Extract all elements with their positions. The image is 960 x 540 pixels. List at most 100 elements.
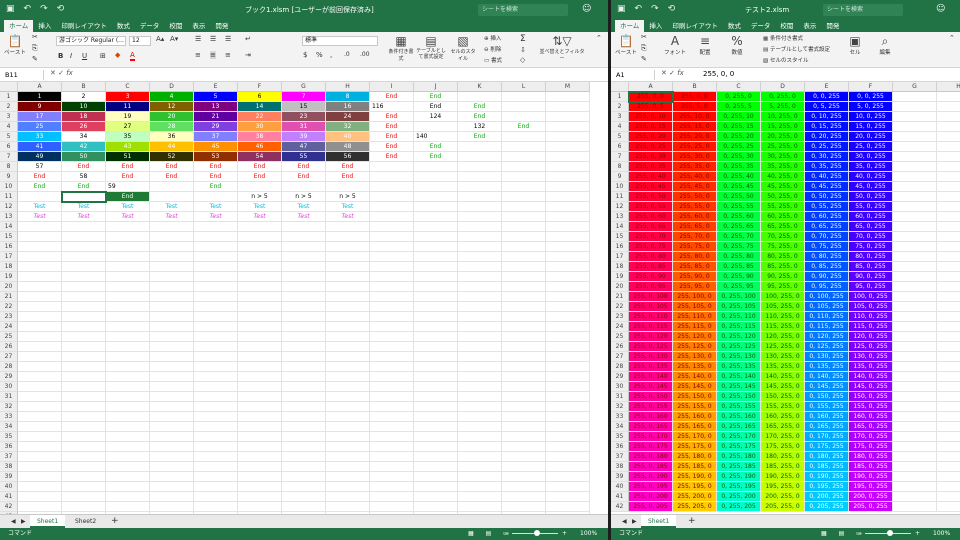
table-cell[interactable]: 150, 0, 255 — [849, 392, 893, 402]
table-cell[interactable]: 80, 0, 255 — [849, 252, 893, 262]
table-cell[interactable] — [893, 322, 937, 332]
table-cell[interactable] — [893, 342, 937, 352]
column-header[interactable]: I — [370, 82, 414, 92]
table-cell[interactable] — [62, 472, 106, 482]
percent-icon[interactable]: % — [316, 51, 323, 59]
delete-cells-button[interactable]: ⊖ 削除 — [484, 45, 501, 53]
table-cell[interactable] — [326, 262, 370, 272]
undo-icon[interactable]: ↶ — [24, 4, 32, 14]
row-header[interactable]: 35 — [0, 432, 18, 442]
table-cell[interactable] — [194, 242, 238, 252]
table-cell[interactable]: Test — [282, 212, 326, 222]
table-cell[interactable] — [62, 232, 106, 242]
table-cell[interactable]: 0, 255, 205 — [717, 502, 761, 512]
table-cell[interactable] — [238, 242, 282, 252]
table-cell[interactable]: End — [18, 182, 62, 192]
table-cell[interactable] — [893, 472, 937, 482]
table-cell[interactable]: 25, 0, 255 — [849, 142, 893, 152]
table-cell[interactable]: End — [458, 102, 502, 112]
table-cell[interactable] — [282, 462, 326, 472]
table-cell[interactable] — [194, 382, 238, 392]
table-cell[interactable]: 255, 125, 0 — [673, 342, 717, 352]
table-cell[interactable] — [937, 392, 960, 402]
select-all-corner[interactable] — [611, 82, 629, 92]
table-cell[interactable] — [370, 302, 414, 312]
table-cell[interactable] — [18, 302, 62, 312]
table-cell[interactable]: 55, 255, 0 — [761, 202, 805, 212]
table-cell[interactable] — [370, 202, 414, 212]
table-cell[interactable] — [893, 142, 937, 152]
table-cell[interactable] — [282, 452, 326, 462]
row-header[interactable]: 17 — [0, 252, 18, 262]
table-cell[interactable] — [106, 452, 150, 462]
table-cell[interactable] — [546, 172, 590, 182]
table-cell[interactable] — [370, 362, 414, 372]
table-cell[interactable] — [238, 272, 282, 282]
table-cell[interactable] — [326, 372, 370, 382]
table-cell[interactable]: 0, 255, 90 — [717, 272, 761, 282]
tab-2[interactable]: 印刷レイアウト — [56, 20, 112, 32]
table-cell[interactable] — [502, 502, 546, 512]
zoom-in-icon[interactable]: + — [562, 528, 567, 540]
table-cell[interactable]: 255, 45, 0 — [673, 182, 717, 192]
table-cell[interactable]: 0, 255, 0 — [761, 92, 805, 102]
right-search-sheet-input[interactable]: シートを検索 — [823, 4, 903, 16]
conditional-format-button[interactable]: ▦ 条件付き書式 — [763, 34, 803, 42]
table-cell[interactable] — [326, 472, 370, 482]
table-cell[interactable]: End — [18, 172, 62, 182]
table-cell[interactable] — [937, 452, 960, 462]
table-cell[interactable] — [937, 412, 960, 422]
table-cell[interactable] — [458, 292, 502, 302]
table-cell[interactable]: 255, 10, 0 — [673, 112, 717, 122]
table-cell[interactable]: 255, 55, 0 — [673, 202, 717, 212]
table-cell[interactable]: 255, 80, 0 — [673, 252, 717, 262]
table-cell[interactable]: 21 — [194, 112, 238, 122]
tab-0[interactable]: ホーム — [615, 20, 645, 32]
table-cell[interactable]: 0, 120, 255 — [805, 332, 849, 342]
table-cell[interactable] — [326, 362, 370, 372]
table-cell[interactable] — [62, 452, 106, 462]
row-header[interactable]: 30 — [611, 382, 629, 392]
table-cell[interactable]: End — [282, 172, 326, 182]
table-cell[interactable] — [414, 332, 458, 342]
table-cell[interactable] — [414, 422, 458, 432]
table-cell[interactable]: 255, 0, 80 — [629, 252, 673, 262]
table-cell[interactable] — [326, 422, 370, 432]
table-cell[interactable] — [937, 402, 960, 412]
table-cell[interactable] — [150, 242, 194, 252]
table-cell[interactable]: 190, 255, 0 — [761, 472, 805, 482]
table-cell[interactable]: 255, 0, 175 — [629, 442, 673, 452]
table-cell[interactable] — [62, 482, 106, 492]
table-cell[interactable]: End — [150, 172, 194, 182]
table-cell[interactable]: 255, 0, 160 — [629, 412, 673, 422]
table-cell[interactable] — [546, 492, 590, 502]
table-cell[interactable]: 115, 255, 0 — [761, 322, 805, 332]
table-cell[interactable] — [326, 252, 370, 262]
table-cell[interactable]: 255, 25, 0 — [673, 142, 717, 152]
table-cell[interactable] — [370, 482, 414, 492]
table-cell[interactable] — [414, 172, 458, 182]
table-cell[interactable] — [414, 462, 458, 472]
table-cell[interactable]: 3 — [106, 92, 150, 102]
table-cell[interactable]: 255, 0, 20 — [629, 132, 673, 142]
table-cell[interactable] — [414, 442, 458, 452]
table-cell[interactable] — [194, 372, 238, 382]
table-cell[interactable] — [370, 312, 414, 322]
table-cell[interactable] — [150, 412, 194, 422]
table-cell[interactable]: 0, 255, 195 — [717, 482, 761, 492]
table-cell[interactable] — [106, 432, 150, 442]
table-cell[interactable] — [106, 252, 150, 262]
table-cell[interactable] — [937, 422, 960, 432]
table-cell[interactable] — [62, 312, 106, 322]
table-cell[interactable]: 0, 255, 185 — [717, 462, 761, 472]
table-cell[interactable]: 40, 255, 0 — [761, 172, 805, 182]
table-cell[interactable] — [414, 302, 458, 312]
table-cell[interactable]: 120, 255, 0 — [761, 332, 805, 342]
row-header[interactable]: 20 — [0, 282, 18, 292]
table-cell[interactable] — [62, 422, 106, 432]
table-cell[interactable] — [546, 352, 590, 362]
table-cell[interactable]: 45, 255, 0 — [761, 182, 805, 192]
table-cell[interactable] — [370, 372, 414, 382]
table-cell[interactable] — [18, 452, 62, 462]
table-cell[interactable]: 155, 255, 0 — [761, 402, 805, 412]
